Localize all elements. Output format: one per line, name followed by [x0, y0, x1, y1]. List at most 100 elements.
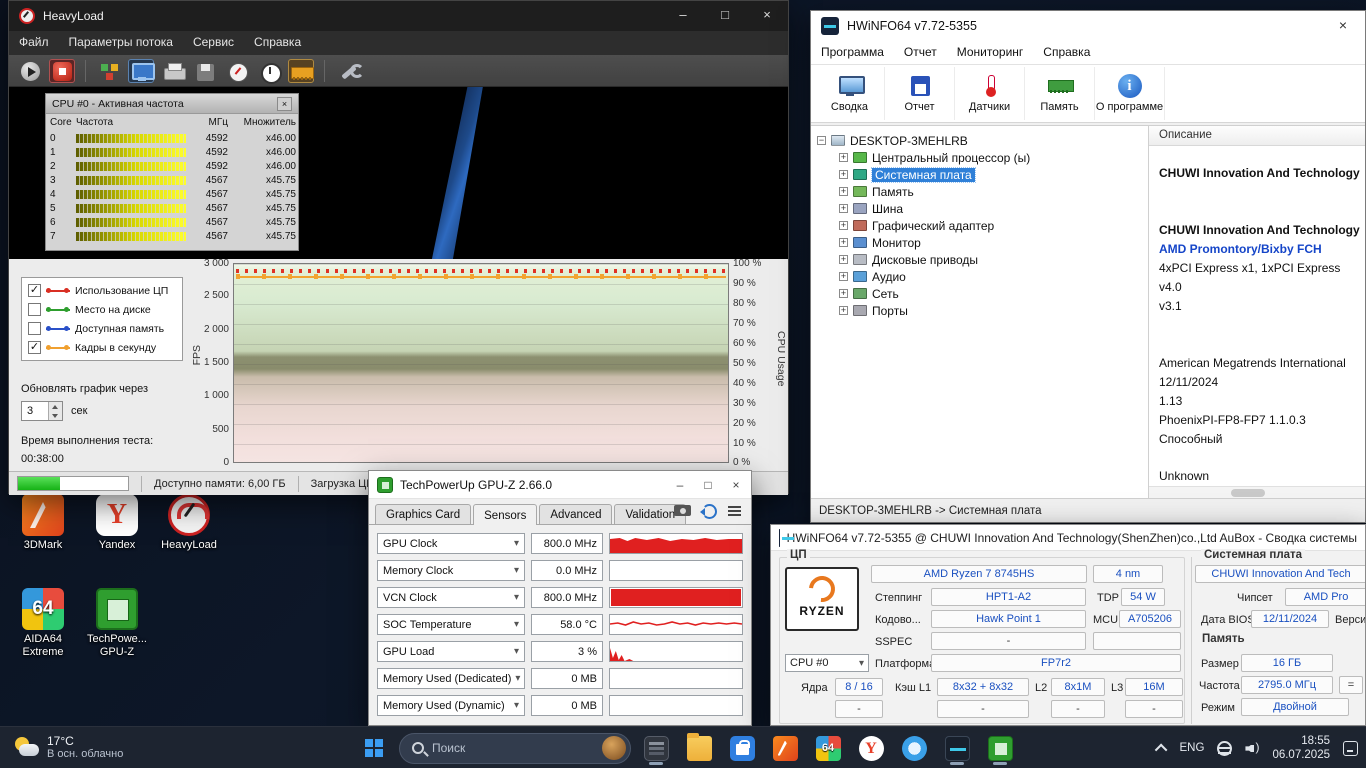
desktop-icon-aida64[interactable]: AIDA64 Extreme — [6, 588, 80, 659]
maximize-button[interactable] — [701, 478, 715, 492]
menu-help[interactable]: Справка — [244, 31, 311, 55]
close-icon[interactable] — [277, 97, 292, 111]
about-button[interactable]: О программе — [1095, 67, 1165, 120]
close-button[interactable]: × — [746, 1, 788, 31]
taskbar-browser[interactable] — [896, 730, 932, 766]
taskbar-file-explorer[interactable] — [681, 730, 717, 766]
start-button[interactable] — [356, 730, 392, 766]
tree-item-bus[interactable]: Шина — [813, 200, 1146, 217]
expand-icon[interactable] — [839, 204, 848, 213]
desktop-icon-yandex[interactable]: Yandex — [80, 494, 154, 552]
taskbar-store[interactable] — [724, 730, 760, 766]
tree-item-monitor[interactable]: Монитор — [813, 234, 1146, 251]
network-icon[interactable] — [1217, 741, 1232, 756]
menu-thread-options[interactable]: Параметры потока — [59, 31, 183, 55]
maximize-button[interactable]: □ — [704, 1, 746, 31]
tree-item-network[interactable]: Сеть — [813, 285, 1146, 302]
desktop-icon-gpuz[interactable]: TechPowe... GPU-Z — [80, 588, 154, 659]
clock[interactable]: 18:55 06.07.2025 — [1272, 734, 1330, 762]
taskbar-3dmark[interactable] — [767, 730, 803, 766]
sensor-select[interactable]: GPU Clock — [377, 533, 525, 554]
expand-icon[interactable] — [839, 187, 848, 196]
memory-button[interactable]: Память — [1025, 67, 1095, 120]
cpu-stress-button[interactable] — [224, 59, 250, 83]
expand-icon[interactable] — [839, 153, 848, 162]
scrollbar-thumb[interactable] — [1231, 489, 1265, 497]
desktop-icon-3dmark[interactable]: 3DMark — [6, 494, 80, 552]
test-options-button[interactable] — [96, 59, 122, 83]
available-memory-checkbox[interactable] — [28, 322, 41, 335]
volume-icon[interactable] — [1245, 741, 1259, 755]
screenshot-camera-icon[interactable] — [674, 503, 691, 518]
write-disk-button[interactable] — [192, 59, 218, 83]
sensors-button[interactable]: Датчики — [955, 67, 1025, 120]
close-button[interactable] — [729, 478, 743, 492]
sensor-select[interactable]: GPU Load — [377, 641, 525, 662]
expand-icon[interactable] — [839, 255, 848, 264]
menu-file[interactable]: Файл — [9, 31, 59, 55]
tab-advanced[interactable]: Advanced — [539, 504, 612, 524]
search-input[interactable] — [432, 741, 594, 755]
tree-item-motherboard[interactable]: Системная плата — [813, 166, 1146, 183]
memory-stress-button[interactable] — [288, 59, 314, 83]
menu-help[interactable]: Справка — [1033, 41, 1100, 64]
stepper-up-icon[interactable] — [49, 402, 62, 411]
tree-item-computer[interactable]: DESKTOP-3MEHLRB — [813, 132, 1146, 149]
expand-icon[interactable] — [839, 306, 848, 315]
close-button[interactable] — [1321, 11, 1365, 41]
disk-space-checkbox[interactable] — [28, 303, 41, 316]
tree-item-audio[interactable]: Аудио — [813, 268, 1146, 285]
search-highlight-image[interactable] — [602, 736, 626, 760]
sensor-select[interactable]: Memory Clock — [377, 560, 525, 581]
cpu-select-dropdown[interactable]: CPU #0 — [785, 654, 869, 672]
taskbar-yandex[interactable] — [853, 730, 889, 766]
fps-checkbox[interactable] — [28, 341, 41, 354]
horizontal-scrollbar[interactable] — [1149, 486, 1365, 498]
start-test-button[interactable] — [17, 59, 43, 83]
expand-icon[interactable] — [839, 221, 848, 230]
cpu-overlay-titlebar[interactable]: CPU #0 - Активная частота — [46, 94, 298, 114]
cpu-usage-checkbox[interactable] — [28, 284, 41, 297]
expand-icon[interactable] — [839, 170, 848, 179]
sensor-select[interactable]: VCN Clock — [377, 587, 525, 608]
tree-item-memory[interactable]: Память — [813, 183, 1146, 200]
gpu-stress-button[interactable] — [128, 59, 154, 83]
sensor-select[interactable]: Memory Used (Dedicated) — [377, 668, 525, 689]
taskbar-heavyload-app[interactable] — [638, 730, 674, 766]
gpuz-titlebar[interactable]: TechPowerUp GPU-Z 2.66.0 — [369, 471, 751, 499]
summary-titlebar[interactable]: HWiNFO64 v7.72-5355 @ CHUWI Innovation A… — [771, 525, 1365, 551]
tree-item-ports[interactable]: Порты — [813, 302, 1146, 319]
menu-report[interactable]: Отчет — [894, 41, 947, 64]
notification-icon[interactable] — [1343, 741, 1358, 756]
tab-graphics-card[interactable]: Graphics Card — [375, 504, 471, 524]
menu-service[interactable]: Сервис — [183, 31, 244, 55]
sensor-select[interactable]: SOC Temperature — [377, 614, 525, 635]
taskbar-gpuz[interactable] — [982, 730, 1018, 766]
update-interval-stepper[interactable]: 3 — [21, 401, 63, 421]
menu-program[interactable]: Программа — [811, 41, 894, 64]
tab-sensors[interactable]: Sensors — [473, 504, 537, 525]
stepper-down-icon[interactable] — [49, 411, 62, 420]
tree-item-cpu[interactable]: Центральный процессор (ы) — [813, 149, 1146, 166]
tree-item-gpu[interactable]: Графический адаптер — [813, 217, 1146, 234]
print-stress-button[interactable] — [160, 59, 186, 83]
expand-icon[interactable] — [839, 238, 848, 247]
hamburger-menu-icon[interactable] — [726, 503, 743, 518]
menu-monitoring[interactable]: Мониторинг — [947, 41, 1034, 64]
expand-icon[interactable] — [839, 289, 848, 298]
minimize-button[interactable] — [673, 478, 687, 492]
taskbar-hwinfo[interactable] — [939, 730, 975, 766]
summary-button[interactable]: Сводка — [815, 67, 885, 120]
language-indicator[interactable]: ENG — [1180, 742, 1205, 754]
taskbar-aida64[interactable] — [810, 730, 846, 766]
taskbar-search[interactable] — [399, 733, 631, 764]
collapse-icon[interactable] — [817, 136, 826, 145]
hidden-icons-chevron[interactable] — [1154, 743, 1167, 756]
refresh-icon[interactable] — [700, 503, 717, 518]
minimize-button[interactable]: – — [662, 1, 704, 31]
report-button[interactable]: Отчет — [885, 67, 955, 120]
description-column-header[interactable]: Описание — [1149, 126, 1365, 146]
desktop-icon-heavyload[interactable]: HeavyLoad — [152, 494, 226, 552]
timer-button[interactable] — [256, 59, 282, 83]
expand-icon[interactable] — [839, 272, 848, 281]
